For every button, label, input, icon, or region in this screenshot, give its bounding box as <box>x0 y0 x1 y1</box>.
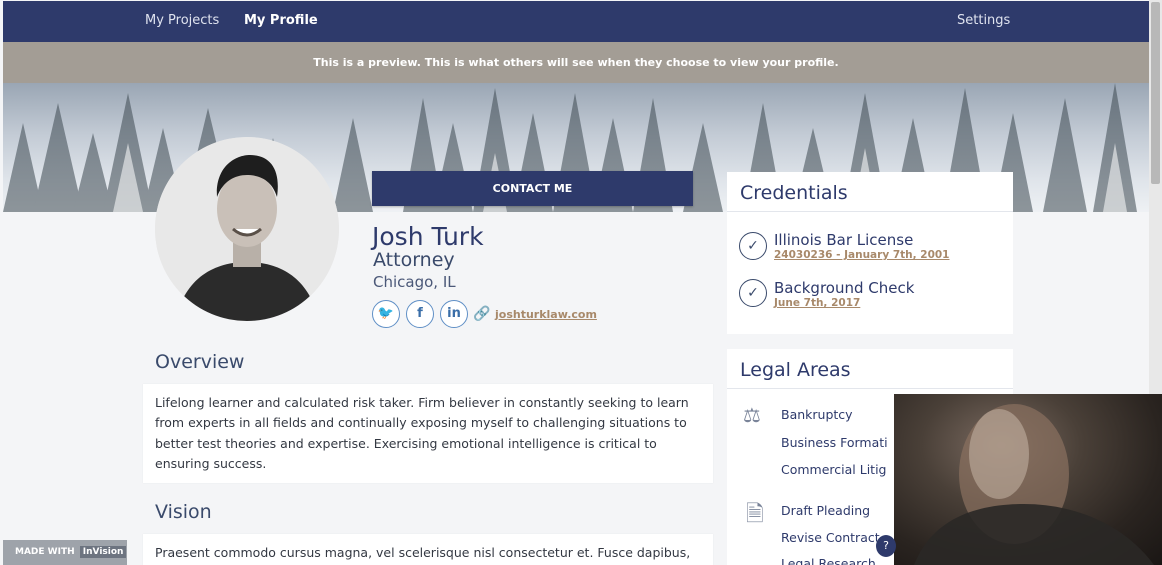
made-with-label: MADE WITH <box>15 547 75 557</box>
credential-title: Background Check <box>774 279 915 297</box>
profile-name: Josh Turk <box>372 222 484 251</box>
nav-my-projects[interactable]: My Projects <box>145 13 219 28</box>
profile-avatar <box>155 137 339 321</box>
overview-text: Lifelong learner and calculated risk tak… <box>155 395 689 471</box>
credential-title: Illinois Bar License <box>774 231 914 249</box>
credential-detail[interactable]: 24030236 - January 7th, 2001 <box>774 249 950 261</box>
nav-my-profile[interactable]: My Profile <box>244 13 318 28</box>
credentials-card: ✓ Illinois Bar License 24030236 - Januar… <box>727 212 1013 334</box>
webcam-overlay <box>894 394 1162 565</box>
scrollbar-thumb[interactable] <box>1151 2 1160 184</box>
link-icon: 🔗 <box>473 306 491 322</box>
website-link[interactable]: joshturklaw.com <box>495 308 597 321</box>
check-icon: ✓ <box>739 279 767 307</box>
profile-location: Chicago, IL <box>373 273 456 291</box>
vision-title: Vision <box>155 501 212 523</box>
invision-badge[interactable]: MADE WITH InVision <box>3 540 127 565</box>
invision-brand: InVision <box>79 546 127 558</box>
vision-panel: Praesent commodo cursus magna, vel scele… <box>143 534 713 565</box>
credential-detail[interactable]: June 7th, 2017 <box>774 297 860 309</box>
legal-area-item: Business Formati <box>781 435 888 450</box>
legal-area-item: Draft Pleading <box>781 503 871 518</box>
preview-notice: This is a preview. This is what others w… <box>3 42 1149 83</box>
credentials-title: Credentials <box>727 172 1013 212</box>
top-nav: My Projects My Profile Settings <box>3 1 1149 42</box>
overview-title: Overview <box>155 351 245 373</box>
legal-area-item: Revise Contract <box>781 530 880 545</box>
profile-role: Attorney <box>373 249 455 271</box>
linkedin-icon[interactable]: in <box>440 300 468 328</box>
contact-me-button[interactable]: CONTACT ME <box>372 171 693 206</box>
facebook-icon[interactable]: f <box>406 300 434 328</box>
document-icon: 🗎 <box>746 502 764 527</box>
legal-area-item: Commercial Litig <box>781 462 887 477</box>
legal-area-item: Bankruptcy <box>781 407 853 422</box>
overview-panel: Lifelong learner and calculated risk tak… <box>143 384 713 483</box>
legal-area-item: Legal Research <box>781 556 876 565</box>
scales-icon: ⚖ <box>743 403 761 427</box>
check-icon: ✓ <box>739 232 767 260</box>
vision-text: Praesent commodo cursus magna, vel scele… <box>155 545 691 560</box>
help-button[interactable]: ? <box>876 535 896 557</box>
legal-areas-title: Legal Areas <box>727 349 1013 389</box>
nav-settings[interactable]: Settings <box>957 13 1010 28</box>
twitter-icon[interactable]: 🐦 <box>372 300 400 328</box>
